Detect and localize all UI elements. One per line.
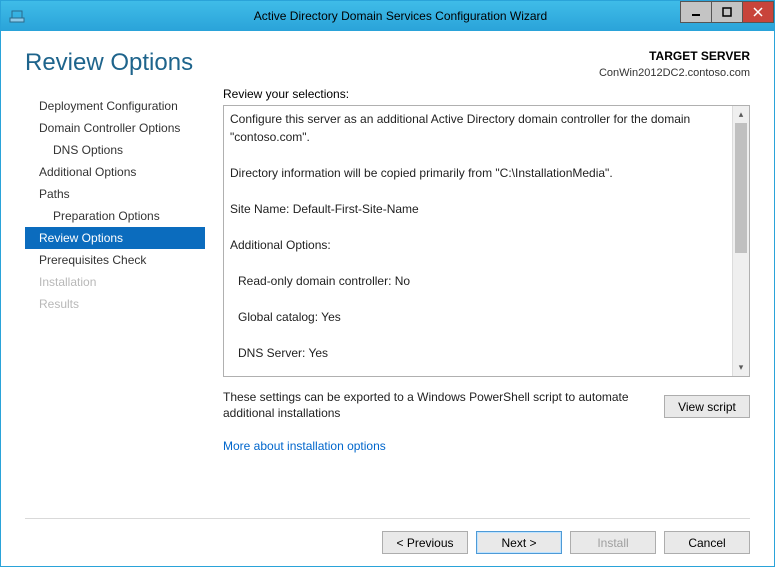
review-line bbox=[230, 182, 725, 200]
scroll-up-icon[interactable]: ▴ bbox=[733, 106, 749, 123]
review-line bbox=[230, 146, 725, 164]
target-server-info: TARGET SERVER ConWin2012DC2.contoso.com bbox=[599, 49, 750, 79]
scroll-track[interactable] bbox=[735, 123, 747, 359]
scroll-down-icon[interactable]: ▾ bbox=[733, 359, 749, 376]
previous-button[interactable]: < Previous bbox=[382, 531, 468, 554]
view-script-button[interactable]: View script bbox=[664, 395, 750, 418]
review-label: Review your selections: bbox=[223, 87, 750, 101]
cancel-button[interactable]: Cancel bbox=[664, 531, 750, 554]
next-button[interactable]: Next > bbox=[476, 531, 562, 554]
review-line: Site Name: Default-First-Site-Name bbox=[230, 200, 725, 218]
header-row: Review Options TARGET SERVER ConWin2012D… bbox=[25, 31, 750, 87]
body: Deployment ConfigurationDomain Controlle… bbox=[25, 87, 750, 510]
review-line bbox=[230, 290, 725, 308]
scrollbar[interactable]: ▴ ▾ bbox=[732, 106, 749, 376]
footer-buttons: < Previous Next > Install Cancel bbox=[25, 518, 750, 554]
maximize-button[interactable] bbox=[711, 1, 743, 23]
review-line: Additional Options: bbox=[230, 236, 725, 254]
sidebar-item[interactable]: Domain Controller Options bbox=[25, 117, 205, 139]
sidebar-item[interactable]: Review Options bbox=[25, 227, 205, 249]
review-line: Read-only domain controller: No bbox=[230, 272, 725, 290]
app-icon bbox=[7, 6, 27, 26]
page-title: Review Options bbox=[25, 49, 193, 77]
powershell-export-row: These settings can be exported to a Wind… bbox=[223, 389, 750, 421]
more-about-link[interactable]: More about installation options bbox=[223, 439, 750, 453]
sidebar-item[interactable]: Preparation Options bbox=[25, 205, 205, 227]
powershell-note: These settings can be exported to a Wind… bbox=[223, 389, 654, 421]
sidebar-item: Results bbox=[25, 293, 205, 315]
main-panel: Review your selections: Configure this s… bbox=[223, 87, 750, 510]
review-line bbox=[230, 254, 725, 272]
review-line bbox=[230, 218, 725, 236]
sidebar-item[interactable]: Paths bbox=[25, 183, 205, 205]
close-button[interactable] bbox=[742, 1, 774, 23]
wizard-window: Active Directory Domain Services Configu… bbox=[0, 0, 775, 567]
scroll-thumb[interactable] bbox=[735, 123, 747, 253]
target-server-name: ConWin2012DC2.contoso.com bbox=[599, 67, 750, 79]
minimize-button[interactable] bbox=[680, 1, 712, 23]
sidebar-item[interactable]: DNS Options bbox=[25, 139, 205, 161]
target-server-label: TARGET SERVER bbox=[599, 49, 750, 63]
content: Review Options TARGET SERVER ConWin2012D… bbox=[1, 31, 774, 566]
review-line bbox=[230, 326, 725, 344]
window-title: Active Directory Domain Services Configu… bbox=[27, 9, 774, 23]
review-line: DNS Server: Yes bbox=[230, 344, 725, 362]
sidebar-item[interactable]: Deployment Configuration bbox=[25, 95, 205, 117]
sidebar: Deployment ConfigurationDomain Controlle… bbox=[25, 87, 205, 510]
review-selections-box[interactable]: Configure this server as an additional A… bbox=[223, 105, 750, 377]
window-controls bbox=[681, 1, 774, 23]
review-line bbox=[230, 362, 725, 376]
review-line: Directory information will be copied pri… bbox=[230, 164, 725, 182]
sidebar-item: Installation bbox=[25, 271, 205, 293]
sidebar-item[interactable]: Prerequisites Check bbox=[25, 249, 205, 271]
review-line: Configure this server as an additional A… bbox=[230, 110, 725, 146]
title-bar[interactable]: Active Directory Domain Services Configu… bbox=[1, 1, 774, 31]
install-button[interactable]: Install bbox=[570, 531, 656, 554]
review-text: Configure this server as an additional A… bbox=[224, 106, 731, 376]
sidebar-item[interactable]: Additional Options bbox=[25, 161, 205, 183]
review-line: Global catalog: Yes bbox=[230, 308, 725, 326]
